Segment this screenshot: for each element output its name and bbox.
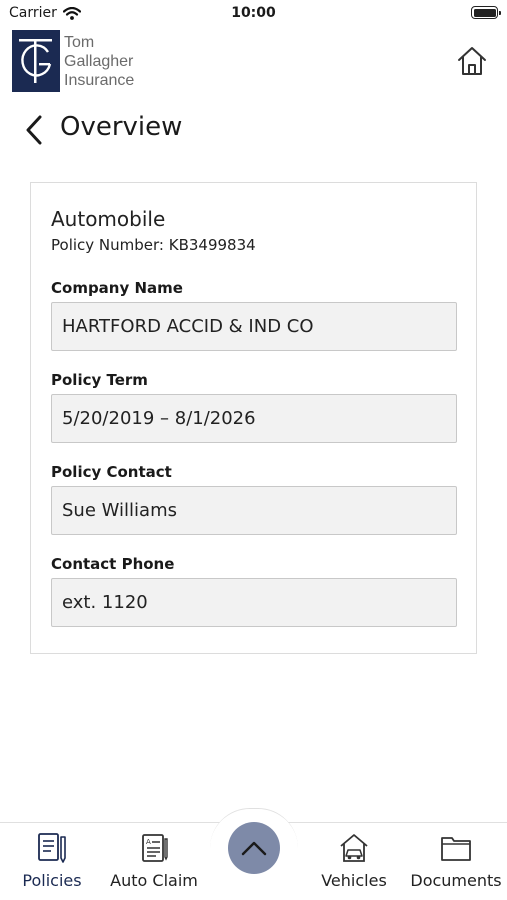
policy-contact-label: Policy Contact	[51, 463, 172, 481]
status-bar: Carrier 10:00	[0, 0, 507, 28]
policy-term-value: 5/20/2019 – 8/1/2026	[51, 394, 457, 443]
chevron-up-icon	[241, 841, 267, 856]
logo-line-1: Tom	[64, 34, 95, 51]
tab-documents[interactable]: Documents	[408, 823, 504, 900]
status-time: 10:00	[231, 5, 276, 21]
tab-policies-label: Policies	[22, 871, 82, 890]
tab-policies[interactable]: Policies	[18, 823, 86, 900]
policy-term-field: Policy Term 5/20/2019 – 8/1/2026	[51, 370, 457, 443]
company-logo[interactable]: Tom Gallagher Insurance	[12, 30, 134, 92]
center-expand-button[interactable]	[228, 822, 280, 874]
vehicles-icon	[340, 834, 368, 862]
logo-line-3: Insurance	[64, 72, 135, 89]
contact-phone-value[interactable]: ext. 1120	[51, 578, 457, 627]
policy-card: Automobile Policy Number: KB3499834 Comp…	[30, 182, 477, 654]
company-name-value: HARTFORD ACCID & IND CO	[51, 302, 457, 351]
policy-contact-value: Sue Williams	[51, 486, 457, 535]
policy-term-label: Policy Term	[51, 371, 148, 389]
home-button[interactable]	[456, 45, 488, 77]
battery-icon	[471, 6, 501, 19]
tab-vehicles[interactable]: Vehicles	[316, 823, 392, 900]
contact-phone-field: Contact Phone ext. 1120	[51, 554, 457, 627]
logo-wordmark: Tom Gallagher Insurance	[64, 33, 134, 90]
tab-documents-label: Documents	[410, 871, 502, 890]
policy-type: Automobile	[51, 207, 166, 231]
svg-text:A: A	[146, 838, 151, 846]
logo-monogram	[12, 30, 60, 92]
tab-auto-claim-label: Auto Claim	[110, 871, 198, 890]
bottom-tab-bar: Policies A Auto Claim Vehicles Documents	[0, 808, 507, 900]
back-button[interactable]	[24, 114, 44, 146]
documents-icon	[441, 837, 471, 861]
chevron-left-icon	[26, 115, 42, 145]
logo-line-2: Gallagher	[64, 53, 134, 70]
company-name-label: Company Name	[51, 279, 183, 297]
policies-icon	[38, 833, 66, 863]
auto-claim-icon: A	[142, 834, 168, 862]
policy-number: Policy Number: KB3499834	[51, 236, 256, 254]
company-name-field: Company Name HARTFORD ACCID & IND CO	[51, 278, 457, 351]
app-header: Tom Gallagher Insurance	[0, 30, 507, 94]
contact-phone-label: Contact Phone	[51, 555, 175, 573]
page-title: Overview	[60, 112, 183, 142]
policy-contact-field: Policy Contact Sue Williams	[51, 462, 457, 535]
tab-auto-claim[interactable]: A Auto Claim	[108, 823, 200, 900]
home-icon	[458, 47, 486, 75]
tab-vehicles-label: Vehicles	[321, 871, 387, 890]
page-title-bar: Overview	[0, 108, 507, 152]
